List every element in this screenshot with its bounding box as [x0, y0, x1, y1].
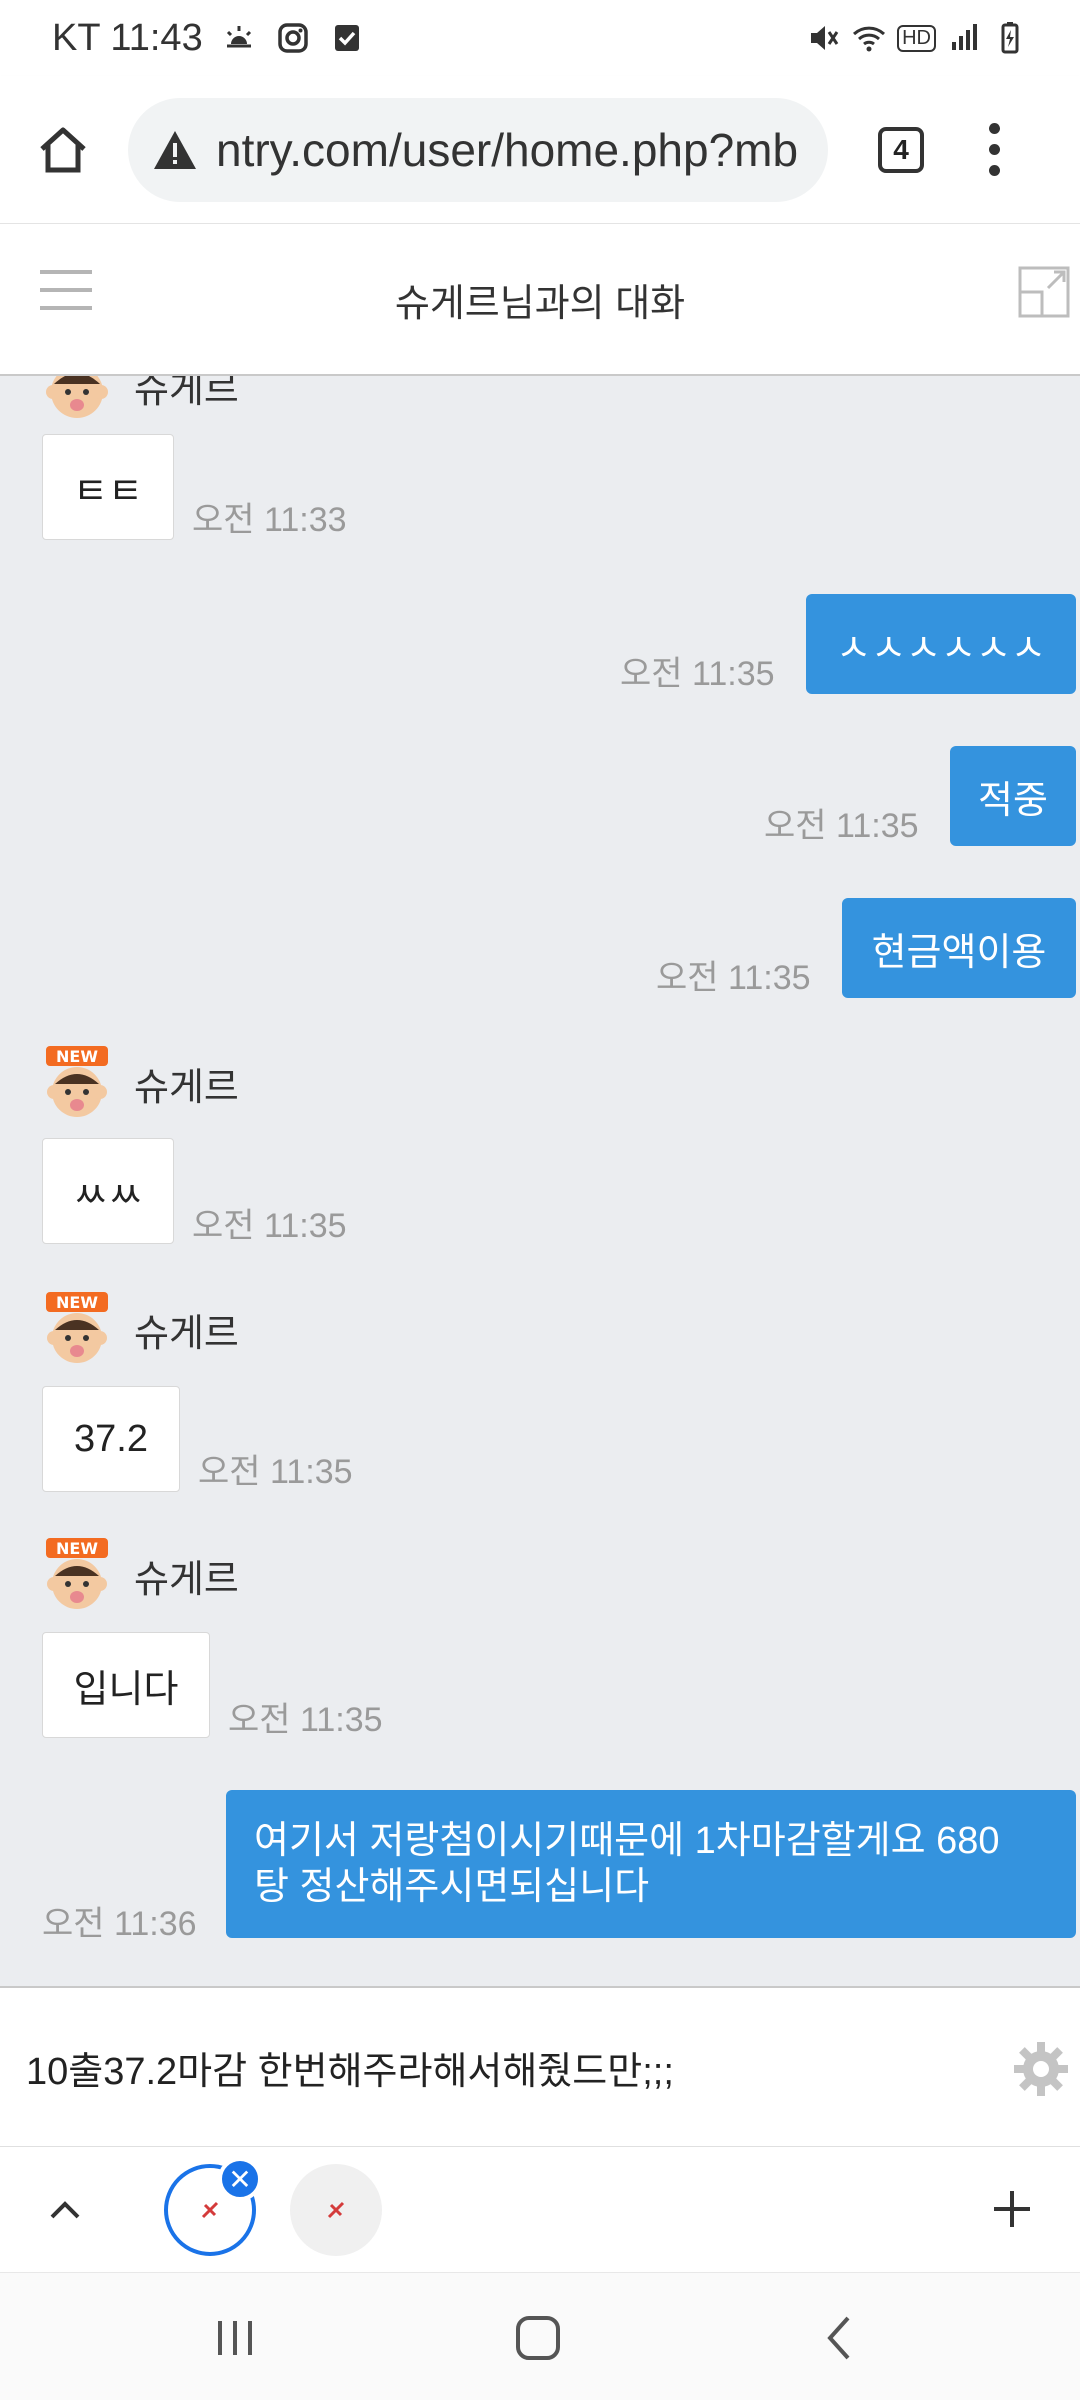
chat-header: 슈게르님과의 대화 — [0, 224, 1080, 376]
close-tab-button[interactable]: ✕ — [218, 2157, 262, 2201]
avatar: NEW — [46, 1292, 108, 1363]
back-icon[interactable] — [806, 2303, 876, 2373]
message-time: 오전 11:33 — [192, 501, 347, 539]
home-nav-icon[interactable] — [503, 2303, 573, 2373]
tab-thumbnail[interactable] — [290, 2164, 382, 2256]
home-icon — [40, 127, 86, 172]
message-time: 오전 11:36 — [42, 1905, 197, 1943]
gear-icon[interactable] — [1012, 2040, 1070, 2098]
message-input[interactable]: 10출37.2마감 한번해주라해서해줬드만;;; — [0, 1986, 1080, 2146]
site-favicon-icon — [201, 2201, 219, 2219]
hamburger-line — [40, 288, 92, 292]
hamburger-line — [40, 270, 92, 274]
avatar-new-badge: NEW — [56, 1539, 98, 1558]
expand-window-icon[interactable] — [1016, 264, 1072, 320]
message-bubble-incoming: ㅌㅌ — [42, 434, 174, 540]
carrier-time: KT 11:43 — [52, 16, 203, 59]
sender-name: 슈게르 — [134, 1066, 239, 1109]
wifi-icon — [853, 26, 886, 52]
tab-strip: ✕ — [0, 2146, 1080, 2272]
message-input-text: 10출37.2마감 한번해주라해서해줬드만;;; — [26, 2050, 674, 2093]
message-bubble-outgoing: 적중 — [950, 746, 1076, 846]
warning-icon — [154, 130, 196, 169]
message-time: 오전 11:35 — [198, 1453, 353, 1491]
message-bubble-outgoing: 여기서 저랑첨이시기때문에 1차마감할게요 680 탕 정산해주시면되십니다 — [226, 1790, 1076, 1938]
sender-name: 슈게르 — [134, 376, 239, 411]
message-line: 탕 정산해주시면되십니다 — [254, 1866, 650, 1908]
url-text: ntry.com/user/home.php?mb — [216, 123, 799, 176]
message-sender: NEW 슈게르 — [40, 1538, 239, 1612]
menu-dot — [988, 165, 1000, 176]
message-sender: 슈게르 — [40, 376, 239, 422]
message-time: 오전 11:35 — [192, 1207, 347, 1245]
mute-icon — [811, 26, 839, 50]
message-bubble-outgoing: ㅅㅅㅅㅅㅅㅅ — [806, 594, 1076, 694]
message-time: 오전 11:35 — [620, 655, 775, 693]
url-bar[interactable]: ntry.com/user/home.php?mb — [128, 97, 828, 202]
menu-dot — [988, 144, 1000, 155]
message-sender: NEW 슈게르 — [40, 1046, 239, 1120]
avatar: NEW — [46, 1046, 108, 1117]
chevron-up-icon[interactable] — [40, 2185, 90, 2235]
battery-charging-icon — [1001, 22, 1019, 54]
signal-icon — [952, 24, 977, 50]
message-bubble-incoming: 37.2 — [42, 1386, 180, 1492]
hamburger-menu-button[interactable] — [40, 264, 92, 316]
message-bubble-outgoing: 현금액이용 — [842, 898, 1076, 998]
system-nav-bar — [0, 2272, 1080, 2400]
tab-switcher-button[interactable]: 4 — [878, 126, 924, 173]
message-sender: NEW 슈게르 — [40, 1292, 239, 1366]
instagram-icon — [277, 23, 308, 53]
checkbox-notification-icon — [334, 25, 359, 51]
avatar-new-badge: NEW — [56, 1047, 98, 1066]
chat-message-list[interactable]: 슈게르 ㅌㅌ 오전 11:33 ㅅㅅㅅㅅㅅㅅ 오전 11:35 적중 오전 11… — [0, 376, 1080, 1986]
new-tab-icon[interactable] — [984, 2181, 1040, 2237]
message-time: 오전 11:35 — [764, 807, 919, 845]
status-bar: KT 11:43 HD — [0, 0, 1080, 76]
avatar — [46, 376, 108, 418]
home-button[interactable] — [26, 113, 100, 187]
message-bubble-incoming: ㅆㅆ — [42, 1138, 174, 1244]
sender-name: 슈게르 — [134, 1312, 239, 1355]
recent-apps-icon[interactable] — [200, 2303, 270, 2373]
hd-badge: HD — [897, 24, 936, 52]
hamburger-line — [40, 306, 92, 310]
weather-sunrise-icon — [226, 26, 251, 48]
message-bubble-incoming: 입니다 — [42, 1632, 210, 1738]
message-line: 여기서 저랑첨이시기때문에 1차마감할게요 680 — [254, 1820, 1000, 1862]
avatar: NEW — [46, 1538, 108, 1609]
avatar-new-badge: NEW — [56, 1293, 98, 1312]
browser-toolbar: ntry.com/user/home.php?mb 4 — [0, 76, 1080, 224]
menu-dot — [988, 123, 1000, 134]
site-favicon-icon — [327, 2201, 345, 2219]
message-time: 오전 11:35 — [228, 1701, 383, 1739]
sender-name: 슈게르 — [134, 1558, 239, 1601]
more-options-button[interactable] — [974, 113, 1014, 187]
message-time: 오전 11:35 — [656, 959, 811, 997]
chat-title: 슈게르님과의 대화 — [394, 282, 686, 325]
